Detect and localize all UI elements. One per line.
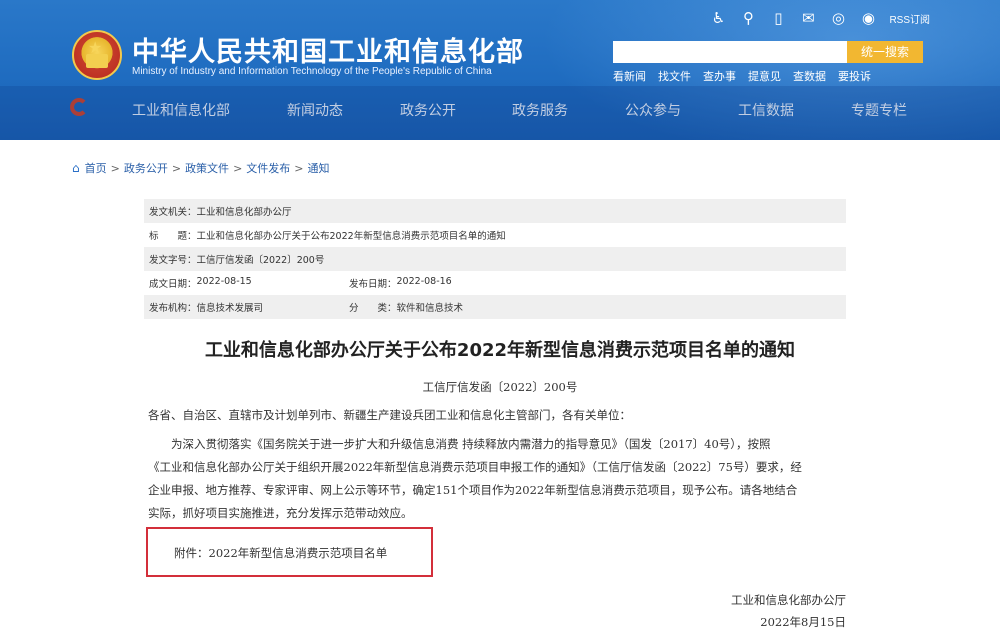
breadcrumb-notice[interactable]: 通知	[308, 160, 330, 176]
main-nav: 工业和信息化部 新闻动态 政务公开 政务服务 公众参与 工信数据 专题专栏	[0, 96, 1000, 128]
meta-org-value: 信息技术发展司	[196, 303, 264, 314]
meta-row-doc-no: 发文字号： 工信厅信发函〔2022〕200号	[144, 247, 846, 271]
home-icon: ⌂	[72, 161, 80, 175]
elder-mode-icon[interactable]: ♿	[709, 9, 727, 27]
wechat-icon[interactable]: ◎	[829, 9, 847, 27]
breadcrumb-separator: >	[171, 161, 182, 175]
quick-link-files[interactable]: 找文件	[658, 68, 691, 84]
mobile-icon[interactable]: ▯	[769, 9, 787, 27]
quick-link-news[interactable]: 看新闻	[613, 68, 646, 84]
meta-category-key: 分 类：	[349, 303, 397, 314]
article-body: 为深入贯彻落实《国务院关于进一步扩大和升级信息消费 持续释放内需潜力的指导意见》…	[148, 433, 848, 525]
meta-category-cell: 分 类： 软件和信息技术	[349, 300, 463, 314]
meta-org-cell: 发布机构： 信息技术发展司	[149, 300, 349, 314]
meta-title-value: 工业和信息化部办公厅关于公布2022年新型信息消费示范项目名单的通知	[196, 231, 506, 242]
article-body-line: 《工业和信息化部办公厅关于组织开展2022年新型信息消费示范项目申报工作的通知》…	[148, 460, 802, 474]
meta-issuer-key: 发文机关：	[149, 207, 197, 218]
meta-issuer-value: 工业和信息化部办公厅	[196, 207, 292, 218]
meta-published-key: 发布日期：	[349, 279, 397, 290]
meta-row-issuer: 发文机关： 工业和信息化部办公厅	[144, 199, 846, 223]
breadcrumb: ⌂ 首页 > 政务公开 > 政策文件 > 文件发布 > 通知	[72, 160, 330, 176]
signature-date: 2022年8月15日	[760, 615, 846, 629]
site-subtitle: Ministry of Industry and Information Tec…	[132, 66, 492, 77]
national-emblem-logo[interactable]: ★	[72, 30, 122, 80]
breadcrumb-home[interactable]: 首页	[85, 160, 107, 176]
signature-organization: 工业和信息化部办公厅	[731, 593, 846, 607]
article-title: 工业和信息化部办公厅关于公布2022年新型信息消费示范项目名单的通知	[204, 340, 796, 361]
meta-title-key: 标 题：	[149, 231, 197, 242]
meta-doc-no-value: 工信厅信发函〔2022〕200号	[196, 255, 325, 266]
gate-icon	[86, 54, 108, 68]
weibo-icon[interactable]: ◉	[859, 9, 877, 27]
nav-item-participation[interactable]: 公众参与	[625, 100, 681, 120]
nav-item-ministry[interactable]: 工业和信息化部	[132, 100, 230, 120]
attachment-link[interactable]: 附件：2022年新型信息消费示范项目名单	[174, 545, 387, 561]
meta-created-cell: 成文日期： 2022-08-15	[149, 276, 349, 290]
mail-icon[interactable]: ✉	[799, 9, 817, 27]
meta-published-cell: 发布日期： 2022-08-16	[349, 276, 452, 290]
quick-link-complaint[interactable]: 要投诉	[838, 68, 871, 84]
site-title[interactable]: 中华人民共和国工业和信息化部	[132, 30, 524, 69]
quick-link-services[interactable]: 查办事	[703, 68, 736, 84]
nav-item-data[interactable]: 工信数据	[738, 100, 794, 120]
breadcrumb-separator: >	[233, 161, 243, 175]
nav-logo-icon[interactable]	[70, 98, 92, 120]
article-body-line: 为深入贯彻落实《国务院关于进一步扩大和升级信息消费 持续释放内需潜力的指导意见》…	[148, 437, 771, 451]
quick-link-feedback[interactable]: 提意见	[748, 68, 781, 84]
meta-published-value: 2022-08-16	[396, 276, 452, 287]
quick-link-data[interactable]: 查数据	[793, 68, 826, 84]
article-doc-number: 工信厅信发函〔2022〕200号	[422, 380, 578, 394]
nav-item-gov-services[interactable]: 政务服务	[512, 100, 568, 120]
article-body-line: 实际，抓好项目实施推进，充分发挥示范带动效应。	[148, 506, 413, 520]
meta-row-title: 标 题： 工业和信息化部办公厅关于公布2022年新型信息消费示范项目名单的通知	[144, 223, 846, 247]
meta-row-dates: 成文日期： 2022-08-15 发布日期： 2022-08-16	[144, 271, 846, 295]
top-toolbar: ♿ ⚲ ▯ ✉ ◎ ◉ RSS订阅	[709, 9, 930, 27]
nav-item-topics[interactable]: 专题专栏	[851, 100, 907, 120]
breadcrumb-separator: >	[294, 161, 304, 175]
meta-row-org: 发布机构： 信息技术发展司 分 类： 软件和信息技术	[144, 295, 846, 319]
search-input[interactable]	[613, 41, 847, 63]
search-button[interactable]: 统一搜索	[847, 41, 923, 63]
nav-item-news[interactable]: 新闻动态	[287, 100, 343, 120]
meta-doc-no-key: 发文字号：	[149, 255, 197, 266]
breadcrumb-separator: >	[110, 161, 120, 175]
site-header: ★ 中华人民共和国工业和信息化部 Ministry of Industry an…	[0, 0, 1000, 140]
breadcrumb-file-release[interactable]: 文件发布	[246, 160, 290, 176]
breadcrumb-gov-affairs[interactable]: 政务公开	[124, 160, 168, 176]
accessibility-icon[interactable]: ⚲	[739, 9, 757, 27]
nav-item-gov-affairs[interactable]: 政务公开	[400, 100, 456, 120]
document-meta-table: 发文机关： 工业和信息化部办公厅 标 题： 工业和信息化部办公厅关于公布2022…	[144, 199, 846, 319]
quick-links: 看新闻 找文件 查办事 提意见 查数据 要投诉	[613, 68, 871, 84]
rss-link[interactable]: RSS订阅	[889, 11, 930, 26]
meta-created-value: 2022-08-15	[196, 276, 252, 287]
article-body-line: 企业申报、地方推荐、专家评审、网上公示等环节，确定151个项目作为2022年新型…	[148, 483, 798, 497]
meta-created-key: 成文日期：	[149, 279, 197, 290]
breadcrumb-policy-files[interactable]: 政策文件	[185, 160, 229, 176]
meta-org-key: 发布机构：	[149, 303, 197, 314]
meta-category-value: 软件和信息技术	[396, 303, 464, 314]
article-addressee: 各省、自治区、直辖市及计划单列市、新疆生产建设兵团工业和信息化主管部门，各有关单…	[148, 408, 631, 422]
